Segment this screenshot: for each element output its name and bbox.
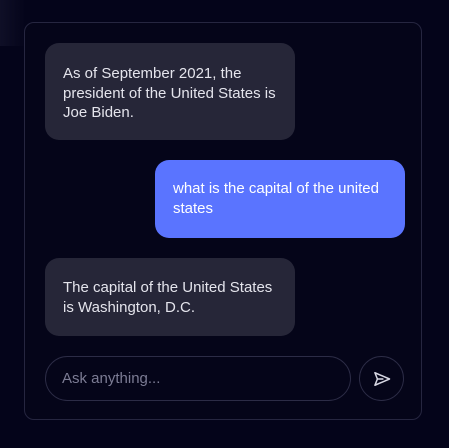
- background-glow: [0, 0, 26, 46]
- chat-page: As of September 2021, the president of t…: [0, 0, 449, 448]
- message-input[interactable]: [45, 356, 351, 401]
- chat-panel: As of September 2021, the president of t…: [24, 22, 422, 420]
- send-button[interactable]: [359, 356, 404, 401]
- user-message: what is the capital of the united states: [155, 160, 405, 238]
- assistant-message: The capital of the United States is Wash…: [45, 258, 295, 336]
- send-icon: [373, 371, 390, 386]
- assistant-message: As of September 2021, the president of t…: [45, 43, 295, 140]
